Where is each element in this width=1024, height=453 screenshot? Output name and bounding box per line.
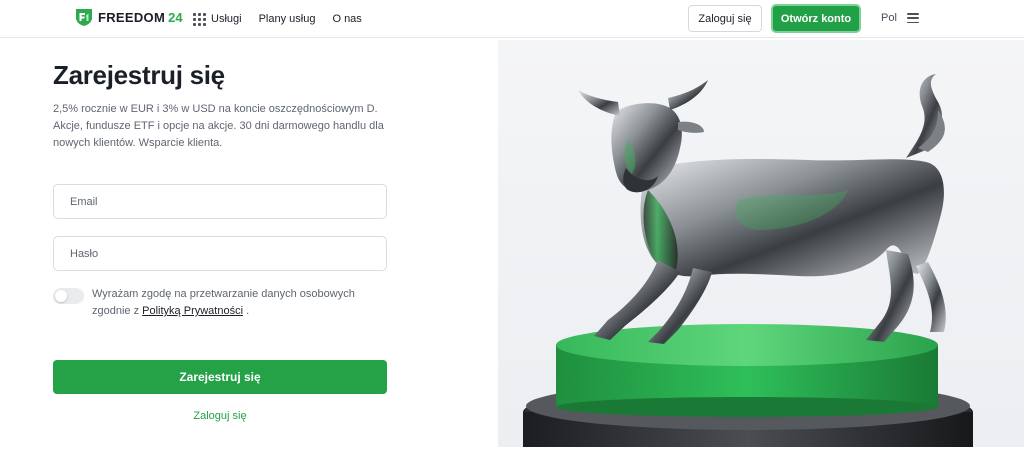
login-button[interactable]: Zaloguj się — [688, 5, 762, 32]
main-nav: Usługi Plany usług O nas — [193, 0, 379, 38]
nav-item-label: O nas — [332, 13, 362, 25]
bull-statue-illustration — [523, 74, 973, 447]
consent-text-after: . — [243, 305, 250, 317]
logo-number: 24 — [168, 9, 183, 25]
password-input[interactable] — [54, 237, 386, 270]
nav-item-services[interactable]: Usługi — [193, 12, 242, 26]
nav-item-label: Plany usług — [258, 13, 316, 25]
login-link[interactable]: Zaloguj się — [53, 410, 387, 422]
consent-text: Wyrażam zgodę na przetwarzanie danych os… — [92, 286, 393, 320]
page-subtitle: 2,5% rocznie w EUR i 3% w USD na koncie … — [53, 103, 384, 149]
language-selector[interactable]: Pol — [881, 12, 897, 24]
freedom24-logo[interactable]: FREEDOM 24 — [74, 7, 183, 27]
consent-toggle[interactable] — [53, 288, 84, 304]
nav-item-plans[interactable]: Plany usług — [259, 13, 316, 25]
email-input[interactable] — [54, 185, 386, 218]
top-header: FREEDOM 24 Usługi Plany usług O nas Zalo… — [0, 0, 1024, 38]
open-account-button[interactable]: Otwórz konto — [771, 4, 861, 33]
logo-text: FREEDOM — [98, 9, 166, 25]
toggle-knob — [55, 290, 67, 302]
shield-logo-icon — [76, 9, 92, 26]
hero-image — [498, 40, 1024, 447]
consent-row: Wyrażam zgodę na przetwarzanie danych os… — [53, 286, 393, 320]
grid-icon — [193, 12, 206, 26]
email-field[interactable] — [53, 184, 387, 219]
nav-item-label: Usługi — [211, 13, 242, 25]
nav-item-about[interactable]: O nas — [332, 13, 361, 25]
hamburger-menu-icon[interactable] — [907, 13, 919, 23]
page-title: Zarejestruj się — [53, 60, 225, 90]
register-button[interactable]: Zarejestruj się — [53, 360, 387, 394]
privacy-policy-link[interactable]: Polityką Prywatności — [142, 305, 243, 317]
password-field[interactable] — [53, 236, 387, 271]
